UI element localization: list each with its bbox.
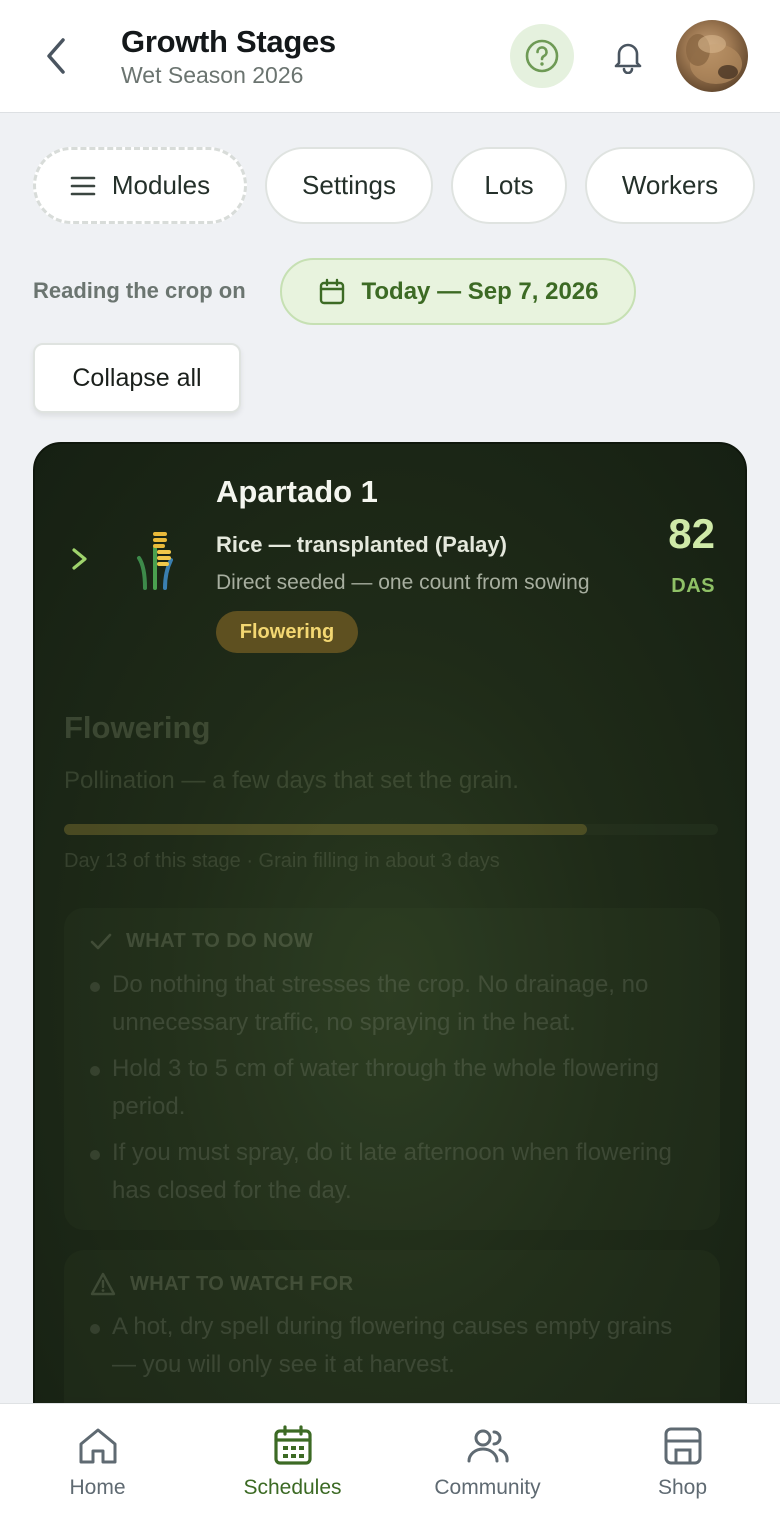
- bell-icon: [614, 43, 642, 74]
- workers-chip[interactable]: Workers: [585, 147, 755, 224]
- watch-heading-row: WHAT TO WATCH FOR: [90, 1272, 353, 1296]
- stage-title: Flowering: [64, 710, 211, 745]
- todo-heading-row: WHAT TO DO NOW: [90, 930, 313, 953]
- reading-label: Reading the crop on: [33, 278, 246, 303]
- modules-chip-label: Modules: [111, 170, 211, 200]
- rice-plant-icon: [137, 532, 173, 590]
- users-icon: [467, 1429, 509, 1463]
- crop-name: Rice — transplanted (Palay): [216, 532, 507, 557]
- watch-list: A hot, dry spell during flowering causes…: [90, 1308, 700, 1392]
- question-circle-icon: [525, 39, 559, 73]
- workers-chip-label: Workers: [621, 170, 719, 200]
- nav-home[interactable]: Home: [0, 1404, 195, 1520]
- lot-name: Apartado 1: [216, 474, 378, 509]
- lot-card[interactable]: Apartado 1 Rice — transplanted (Palay) D…: [33, 442, 747, 1442]
- nav-shop-label: Shop: [657, 1476, 708, 1499]
- das-value: 82: [668, 510, 715, 557]
- nav-shop[interactable]: Shop: [585, 1404, 780, 1520]
- stage-progress-bar: [64, 824, 718, 835]
- chevron-right-icon[interactable]: [68, 544, 92, 574]
- bottom-nav: Home Schedules Community Shop: [0, 1403, 780, 1520]
- avatar-photo-icon: [686, 34, 742, 84]
- date-picker[interactable]: Today — Sep 7, 2026: [280, 258, 636, 325]
- settings-chip-label: Settings: [302, 170, 396, 200]
- todo-panel: WHAT TO DO NOW Do nothing that stresses …: [64, 908, 720, 1230]
- notifications-button[interactable]: [604, 30, 652, 82]
- settings-chip[interactable]: Settings: [265, 147, 433, 224]
- avatar[interactable]: [676, 20, 748, 92]
- list-item: A hot, dry spell during flowering causes…: [90, 1308, 700, 1384]
- calendar-grid-icon: [273, 1425, 312, 1465]
- stage-description: Pollination — a few days that set the gr…: [64, 767, 519, 794]
- calendar-icon: [319, 278, 344, 304]
- top-bar: Growth Stages Wet Season 2026: [0, 0, 780, 113]
- lots-chip-label: Lots: [484, 170, 534, 200]
- list-item: Do nothing that stresses the crop. No dr…: [90, 966, 700, 1042]
- list-item: If you must spray, do it late afternoon …: [90, 1134, 700, 1210]
- collapse-all-label: Collapse all: [72, 363, 202, 392]
- modules-chip[interactable]: Modules: [33, 147, 247, 224]
- store-icon: [664, 1427, 701, 1465]
- back-button[interactable]: [30, 30, 82, 82]
- stage-progress-fill: [64, 824, 588, 835]
- watch-heading: WHAT TO WATCH FOR: [130, 1272, 354, 1295]
- page-subtitle: Wet Season 2026: [121, 62, 304, 88]
- todo-list: Do nothing that stresses the crop. No dr…: [90, 966, 700, 1218]
- stage-progress-text: Day 13 of this stage · Grain filling in …: [64, 850, 500, 872]
- menu-icon: [70, 176, 96, 195]
- help-button[interactable]: [510, 24, 574, 88]
- das-label: DAS: [671, 575, 715, 597]
- nav-schedules[interactable]: Schedules: [195, 1404, 390, 1520]
- page-title: Growth Stages: [121, 24, 336, 59]
- stage-badge: Flowering: [216, 611, 358, 653]
- nav-community-label: Community: [434, 1476, 541, 1499]
- nav-community[interactable]: Community: [390, 1404, 585, 1520]
- sowing-note: Direct seeded — one count from sowing: [216, 571, 590, 594]
- todo-heading: WHAT TO DO NOW: [126, 930, 314, 952]
- warning-triangle-icon: [90, 1272, 116, 1296]
- nav-home-label: Home: [69, 1476, 126, 1499]
- chevron-left-icon: [47, 38, 65, 74]
- nav-schedules-label: Schedules: [243, 1476, 342, 1499]
- date-value: Today — Sep 7, 2026: [361, 277, 599, 305]
- home-icon: [79, 1428, 116, 1464]
- lots-chip[interactable]: Lots: [451, 147, 567, 224]
- collapse-all-button[interactable]: Collapse all: [33, 343, 241, 413]
- check-icon: [90, 933, 112, 949]
- list-item: Hold 3 to 5 cm of water through the whol…: [90, 1050, 700, 1126]
